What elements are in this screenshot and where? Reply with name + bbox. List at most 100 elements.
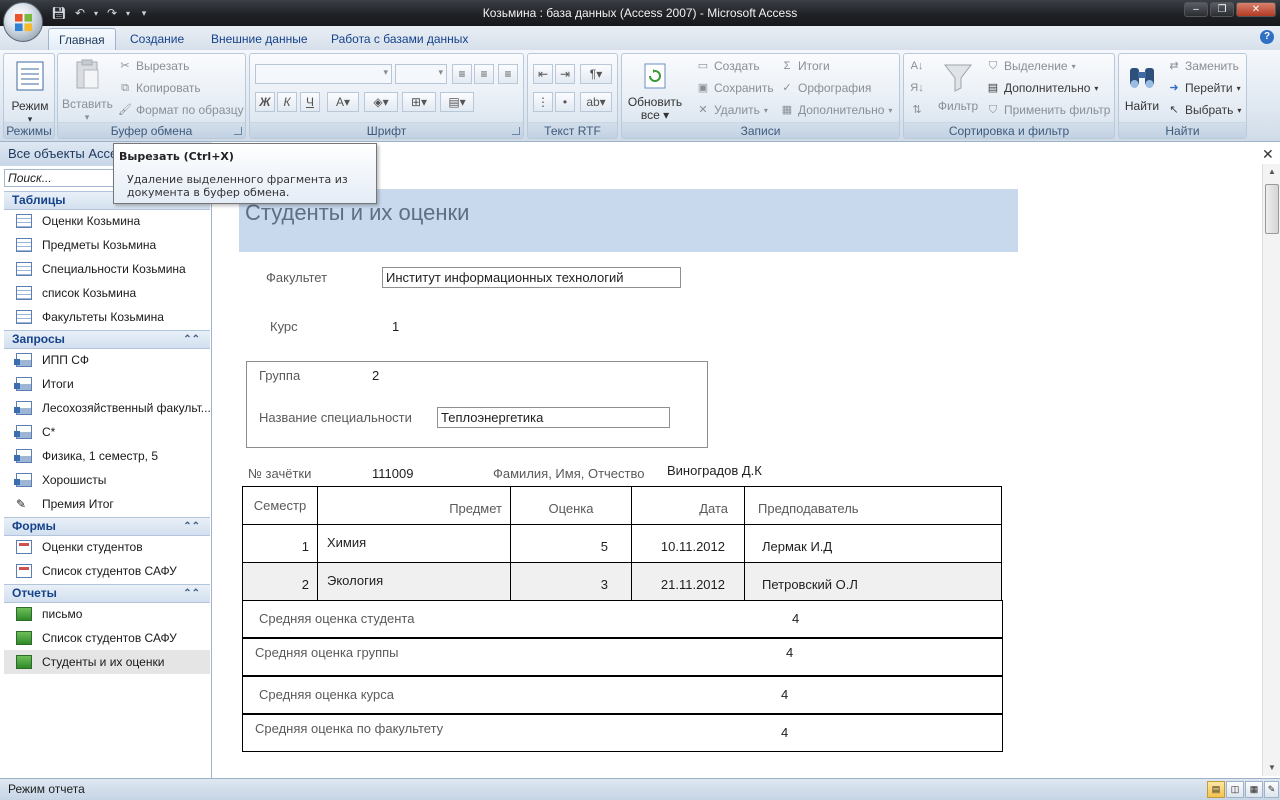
increase-indent-icon[interactable]: ⇥ bbox=[555, 64, 575, 84]
refresh-all-button[interactable]: Обновить все ▾ bbox=[626, 62, 684, 122]
spelling-button[interactable]: ✓ Орфография bbox=[780, 81, 871, 95]
align-left-icon[interactable]: ≡ bbox=[452, 64, 472, 84]
scroll-down-icon[interactable]: ▼ bbox=[1263, 760, 1280, 776]
redo-dropdown-icon[interactable]: ▾ bbox=[124, 4, 132, 22]
nav-item-report[interactable]: письмо bbox=[4, 602, 210, 626]
nav-item-query[interactable]: Итоги bbox=[4, 372, 210, 396]
nav-item-form[interactable]: Оценки студентов bbox=[4, 535, 210, 559]
nav-item-report[interactable]: Список студентов САФУ bbox=[4, 626, 210, 650]
totals-button[interactable]: Σ Итоги bbox=[780, 59, 830, 73]
paragraph-direction-icon[interactable]: ¶▾ bbox=[580, 64, 612, 84]
apply-filter-button[interactable]: ⛉ Применить фильтр bbox=[986, 103, 1111, 117]
select-button[interactable]: ↖ Выбрать ▾ bbox=[1167, 103, 1241, 117]
filter-button[interactable]: Фильтр bbox=[936, 60, 980, 113]
undo-icon[interactable]: ↶ bbox=[71, 4, 89, 22]
cell-subject: Химия bbox=[317, 524, 511, 563]
section-forms[interactable]: Формы ⌃⌃ bbox=[4, 517, 210, 536]
nav-item-label: Премия Итог bbox=[42, 497, 114, 511]
new-record-button[interactable]: ▭ Создать bbox=[696, 59, 760, 73]
print-preview-icon[interactable]: ◫ bbox=[1226, 781, 1244, 798]
office-button[interactable] bbox=[3, 2, 43, 42]
sort-ascending-icon[interactable]: A↓ bbox=[910, 59, 924, 73]
nav-item-query[interactable]: Хорошисты bbox=[4, 468, 210, 492]
tab-external-data[interactable]: Внешние данные bbox=[201, 28, 318, 50]
format-painter-label: Формат по образцу bbox=[136, 103, 244, 117]
section-queries[interactable]: Запросы ⌃⌃ bbox=[4, 330, 210, 349]
alt-fill-icon[interactable]: ▤▾ bbox=[440, 92, 474, 112]
vertical-scrollbar[interactable]: ▲ ▼ bbox=[1262, 164, 1280, 776]
bullets-icon[interactable]: • bbox=[555, 92, 575, 112]
title-bar: Козьмина : база данных (Access 2007) - M… bbox=[0, 0, 1280, 26]
save-icon[interactable]: 💾︎ bbox=[50, 4, 68, 22]
align-right-icon[interactable]: ≡ bbox=[498, 64, 518, 84]
sort-descending-icon[interactable]: Я↓ bbox=[910, 81, 924, 95]
cut-button[interactable]: ✂ Вырезать bbox=[118, 59, 189, 73]
nav-item-table[interactable]: Предметы Козьмина bbox=[4, 233, 210, 257]
collapse-chevron-icon[interactable]: ⌃⌃ bbox=[183, 518, 200, 535]
close-document-icon[interactable]: ✕ bbox=[1262, 146, 1274, 163]
report-view-icon[interactable]: ▤ bbox=[1207, 781, 1225, 798]
nav-item-query[interactable]: ✎ Премия Итог bbox=[4, 492, 210, 516]
selection-button[interactable]: ⛉ Выделение ▾ bbox=[986, 59, 1076, 73]
section-reports[interactable]: Отчеты ⌃⌃ bbox=[4, 584, 210, 603]
scroll-thumb[interactable] bbox=[1265, 184, 1279, 234]
gridlines-icon[interactable]: ⊞▾ bbox=[402, 92, 436, 112]
help-icon[interactable]: ? bbox=[1260, 30, 1274, 44]
font-size-combo[interactable] bbox=[395, 64, 447, 84]
numbering-icon[interactable]: ⋮ bbox=[533, 92, 553, 112]
design-view-icon[interactable]: ✎ bbox=[1264, 781, 1279, 798]
paste-button[interactable]: Вставить ▾ bbox=[62, 58, 113, 124]
mode-button[interactable]: Режим ▾ bbox=[8, 60, 52, 126]
section-label: Отчеты bbox=[12, 586, 57, 600]
find-button[interactable]: Найти bbox=[1121, 60, 1163, 113]
font-name-combo[interactable] bbox=[255, 64, 392, 84]
format-painter-button[interactable]: 🖌︎ Формат по образцу bbox=[118, 103, 244, 117]
nav-item-table[interactable]: Специальности Козьмина bbox=[4, 257, 210, 281]
clipboard-launcher-icon[interactable] bbox=[234, 127, 242, 135]
replace-button[interactable]: ⇄ Заменить bbox=[1167, 59, 1239, 73]
italic-button[interactable]: К bbox=[277, 92, 297, 112]
tab-home[interactable]: Главная bbox=[48, 28, 116, 50]
highlight-icon[interactable]: ab▾ bbox=[580, 92, 612, 112]
save-record-button[interactable]: ▣ Сохранить bbox=[696, 81, 774, 95]
nav-item-table[interactable]: Оценки Козьмина bbox=[4, 209, 210, 233]
nav-item-query[interactable]: Физика, 1 семестр, 5 bbox=[4, 444, 210, 468]
bold-button[interactable]: Ж bbox=[255, 92, 275, 112]
quick-access-toolbar: 💾︎ ↶ ▾ ↷ ▾ ▾ bbox=[50, 4, 153, 22]
nav-item-query[interactable]: Лесохозяйственный факульт... bbox=[4, 396, 210, 420]
clear-sort-icon[interactable]: ⇅ bbox=[910, 103, 924, 117]
nav-item-query[interactable]: С* bbox=[4, 420, 210, 444]
collapse-chevron-icon[interactable]: ⌃⌃ bbox=[183, 585, 200, 602]
scroll-up-icon[interactable]: ▲ bbox=[1263, 164, 1280, 180]
undo-dropdown-icon[interactable]: ▾ bbox=[92, 4, 100, 22]
nav-item-query[interactable]: ИПП СФ bbox=[4, 348, 210, 372]
minimize-button[interactable]: – bbox=[1184, 2, 1208, 17]
nav-item-form[interactable]: Список студентов САФУ bbox=[4, 559, 210, 583]
customize-qat-icon[interactable]: ▾ bbox=[135, 4, 153, 22]
copy-button[interactable]: ⧉ Копировать bbox=[118, 81, 201, 95]
font-launcher-icon[interactable] bbox=[512, 127, 520, 135]
paste-icon bbox=[76, 59, 99, 89]
font-color-icon[interactable]: A▾ bbox=[327, 92, 359, 112]
layout-view-icon[interactable]: ▦ bbox=[1245, 781, 1263, 798]
spelling-icon: ✓ bbox=[782, 82, 792, 94]
records-more-button[interactable]: ▦ Дополнительно ▾ bbox=[780, 103, 893, 117]
nav-item-table[interactable]: Факультеты Козьмина bbox=[4, 305, 210, 329]
nav-item-table[interactable]: список Козьмина bbox=[4, 281, 210, 305]
goto-button[interactable]: ➜ Перейти ▾ bbox=[1167, 81, 1240, 95]
nav-item-report-selected[interactable]: Студенты и их оценки bbox=[4, 650, 210, 674]
redo-icon[interactable]: ↷ bbox=[103, 4, 121, 22]
delete-record-button[interactable]: ✕ Удалить ▾ bbox=[696, 103, 767, 117]
restore-button[interactable]: ❐ bbox=[1210, 2, 1234, 17]
fill-color-icon[interactable]: ◈▾ bbox=[364, 92, 398, 112]
search-input[interactable]: Поиск... bbox=[4, 169, 116, 187]
advanced-filter-button[interactable]: ▤ Дополнительно ▾ bbox=[986, 81, 1099, 95]
tab-database-tools[interactable]: Работа с базами данных bbox=[321, 28, 478, 50]
cell-semester: 1 bbox=[242, 524, 318, 563]
underline-button[interactable]: Ч bbox=[300, 92, 320, 112]
close-button[interactable]: ✕ bbox=[1236, 2, 1276, 17]
decrease-indent-icon[interactable]: ⇤ bbox=[533, 64, 553, 84]
collapse-chevron-icon[interactable]: ⌃⌃ bbox=[183, 331, 200, 348]
tab-create[interactable]: Создание bbox=[120, 28, 194, 50]
align-center-icon[interactable]: ≡ bbox=[474, 64, 494, 84]
